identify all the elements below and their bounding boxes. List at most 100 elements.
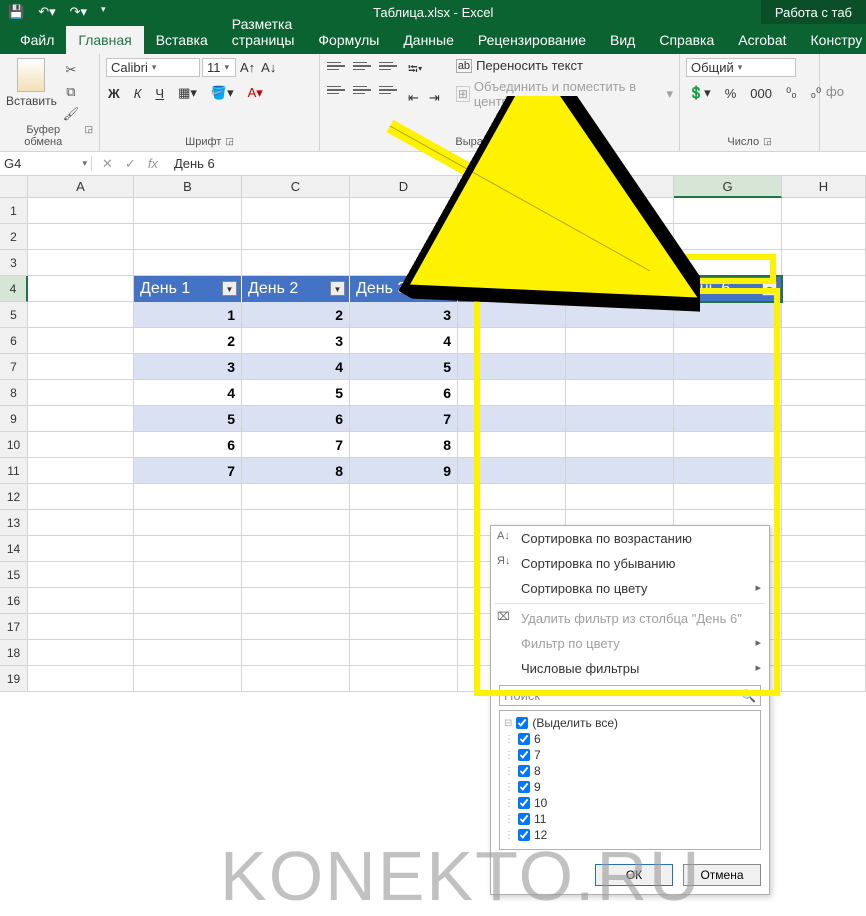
cell[interactable]: 6 — [242, 406, 350, 432]
cell[interactable] — [28, 484, 134, 510]
cell[interactable] — [134, 536, 242, 562]
cell[interactable] — [674, 198, 782, 224]
number-format-combo[interactable]: Общий — [686, 58, 796, 77]
cell[interactable]: 9 — [350, 458, 458, 484]
cell[interactable] — [458, 250, 566, 276]
cell[interactable] — [350, 588, 458, 614]
cell[interactable] — [242, 224, 350, 250]
row-header[interactable]: 7 — [0, 354, 28, 380]
cell[interactable] — [28, 250, 134, 276]
cell[interactable]: 7 — [350, 406, 458, 432]
cell[interactable] — [674, 354, 782, 380]
cell[interactable] — [28, 614, 134, 640]
italic-button[interactable]: К — [132, 86, 144, 101]
cell[interactable] — [134, 250, 242, 276]
cell[interactable]: 6 — [350, 380, 458, 406]
cell[interactable] — [134, 510, 242, 536]
clipboard-launcher-icon[interactable]: ◲ — [84, 124, 93, 148]
filter-value-item[interactable]: ⋮11 — [504, 811, 756, 827]
tab-home[interactable]: Главная — [66, 26, 143, 54]
border-icon[interactable]: ▦▾ — [176, 85, 199, 101]
cell[interactable] — [458, 198, 566, 224]
merge-center-button[interactable]: ⊞ Объединить и поместить в центре ▾ — [456, 79, 673, 109]
cell[interactable] — [782, 640, 866, 666]
cell[interactable] — [134, 224, 242, 250]
filter-dropdown-icon[interactable]: ▼ — [330, 281, 345, 296]
cell[interactable] — [566, 198, 674, 224]
row-header[interactable]: 16 — [0, 588, 28, 614]
filter-dropdown-icon[interactable]: ▼ — [546, 281, 561, 296]
cell[interactable] — [674, 458, 782, 484]
col-header[interactable]: C — [242, 176, 350, 198]
cell[interactable] — [28, 458, 134, 484]
alignment-launcher-icon[interactable]: ◲ — [535, 136, 544, 148]
cell[interactable] — [458, 380, 566, 406]
row-header[interactable]: 15 — [0, 562, 28, 588]
cell[interactable]: День 5▼ — [566, 276, 674, 302]
cell[interactable] — [566, 406, 674, 432]
cell[interactable] — [242, 562, 350, 588]
cell[interactable] — [28, 406, 134, 432]
font-color-icon[interactable]: A▾ — [246, 85, 265, 101]
tab-layout[interactable]: Разметка страницы — [220, 10, 307, 54]
cell[interactable] — [350, 614, 458, 640]
cell[interactable] — [458, 302, 566, 328]
wrap-text-button[interactable]: ab Переносить текст — [456, 58, 673, 73]
cell[interactable]: 3 — [350, 302, 458, 328]
tab-formulas[interactable]: Формулы — [306, 26, 391, 54]
cell[interactable] — [674, 406, 782, 432]
formula-input[interactable]: День 6 — [168, 156, 221, 171]
cancel-formula-icon[interactable]: ✕ — [102, 156, 113, 172]
cell[interactable] — [458, 484, 566, 510]
cell[interactable] — [674, 484, 782, 510]
cell[interactable] — [782, 354, 866, 380]
tab-file[interactable]: Файл — [8, 26, 66, 54]
cell[interactable] — [782, 224, 866, 250]
filter-value-item[interactable]: ⋮7 — [504, 747, 756, 763]
col-header[interactable]: H — [782, 176, 866, 198]
cell[interactable] — [242, 588, 350, 614]
fill-color-icon[interactable]: 🪣▾ — [209, 85, 236, 101]
vertical-align-buttons[interactable] — [326, 58, 400, 74]
cell[interactable] — [458, 328, 566, 354]
cell[interactable] — [242, 510, 350, 536]
cell[interactable] — [566, 432, 674, 458]
cut-icon[interactable]: ✂ — [63, 62, 79, 78]
row-header[interactable]: 12 — [0, 484, 28, 510]
cell[interactable] — [28, 510, 134, 536]
sort-descending-item[interactable]: Я↓Сортировка по убыванию — [491, 551, 769, 576]
currency-icon[interactable]: 💲▾ — [686, 85, 713, 101]
row-header[interactable]: 2 — [0, 224, 28, 250]
col-header[interactable]: F — [566, 176, 674, 198]
cell[interactable] — [782, 198, 866, 224]
cell[interactable] — [134, 562, 242, 588]
cell[interactable] — [566, 354, 674, 380]
cell[interactable] — [28, 562, 134, 588]
orientation-icon[interactable]: ⭾▾ — [406, 60, 442, 82]
cell[interactable]: 4 — [350, 328, 458, 354]
cell[interactable] — [350, 250, 458, 276]
cell[interactable] — [28, 640, 134, 666]
cell[interactable] — [28, 536, 134, 562]
col-header[interactable]: B — [134, 176, 242, 198]
col-header[interactable]: D — [350, 176, 458, 198]
sort-by-color-item[interactable]: Сортировка по цвету — [491, 576, 769, 601]
cell[interactable] — [782, 276, 866, 302]
increase-decimal-icon[interactable]: ⁰₀ — [784, 85, 799, 101]
redo-icon[interactable]: ↷▾ — [70, 4, 87, 20]
cell[interactable]: 7 — [242, 432, 350, 458]
cell[interactable] — [28, 432, 134, 458]
decrease-font-icon[interactable]: A↓ — [259, 60, 278, 75]
row-header[interactable]: 9 — [0, 406, 28, 432]
cell[interactable]: 2 — [134, 328, 242, 354]
cell[interactable]: День 1▼ — [134, 276, 242, 302]
cell[interactable] — [134, 198, 242, 224]
cell[interactable] — [782, 614, 866, 640]
cell[interactable] — [28, 380, 134, 406]
name-box[interactable]: G4▾ — [0, 156, 92, 171]
cell[interactable] — [566, 302, 674, 328]
cell[interactable]: 3 — [134, 354, 242, 380]
comma-icon[interactable]: 000 — [748, 86, 774, 101]
row-header[interactable]: 11 — [0, 458, 28, 484]
underline-button[interactable]: Ч — [153, 86, 166, 101]
